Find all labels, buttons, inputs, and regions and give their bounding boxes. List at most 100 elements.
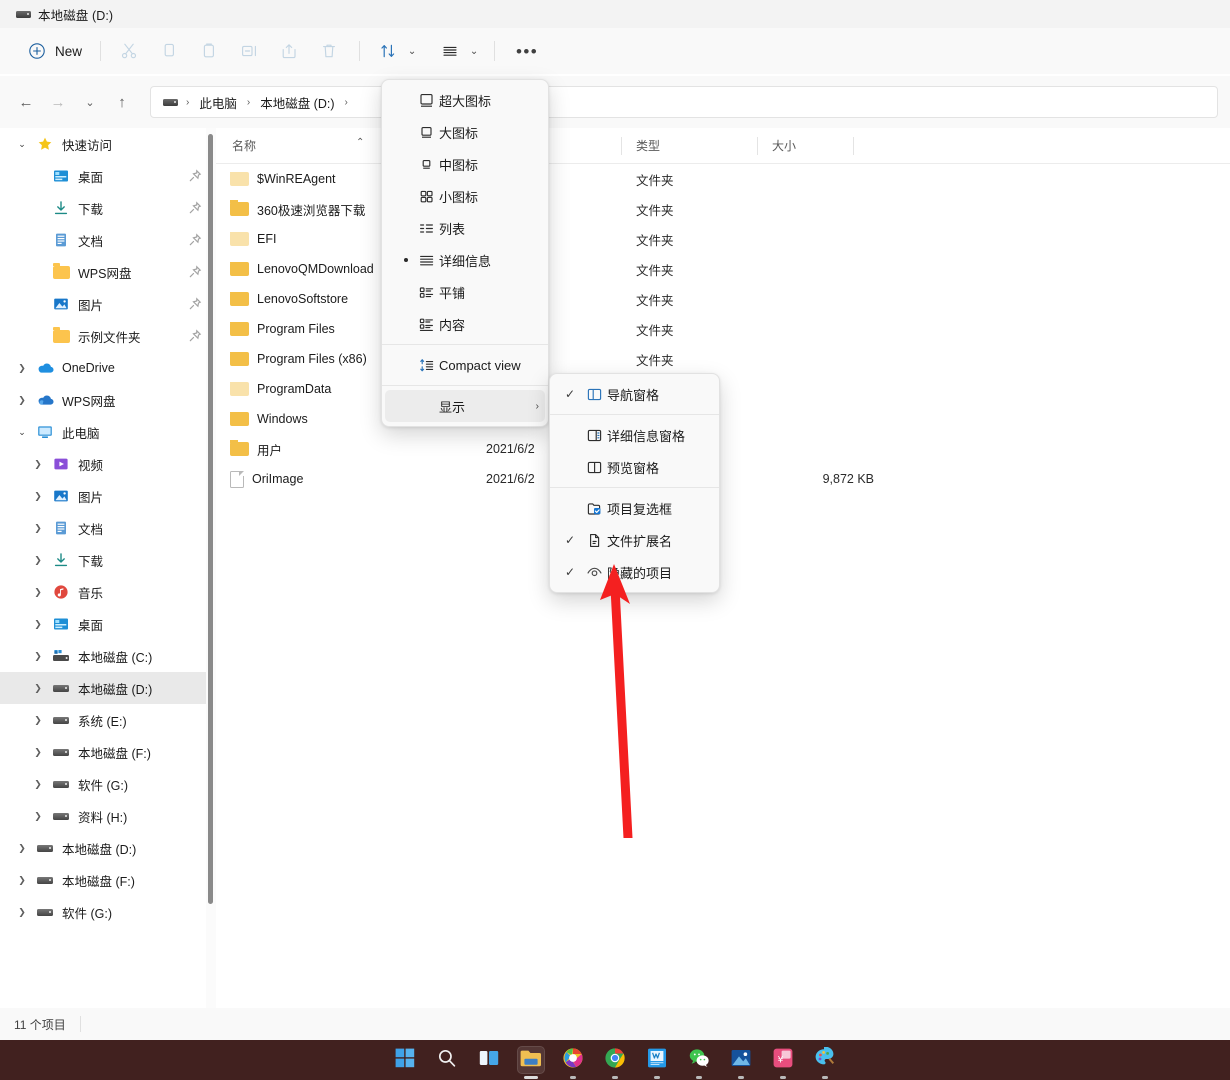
recent-locations-button[interactable]: ⌄ — [74, 86, 106, 118]
sidebar-item-11[interactable]: ❯图片 — [0, 480, 208, 512]
view-group[interactable]: ⌄ — [430, 35, 482, 67]
submenu-item-6[interactable]: ✓文件扩展名 — [553, 524, 716, 556]
taskbar-wechat[interactable] — [685, 1046, 713, 1074]
sort-chevron-down-icon[interactable]: ⌄ — [404, 46, 420, 57]
pin-icon[interactable] — [188, 201, 202, 215]
view-chevron-down-icon[interactable]: ⌄ — [466, 46, 482, 57]
sidebar-item-13[interactable]: ❯下载 — [0, 544, 208, 576]
taskbar-task-view-button[interactable] — [475, 1046, 503, 1074]
sidebar-item-8[interactable]: ❯WPS网盘 — [0, 384, 208, 416]
chevron-right-icon[interactable]: ❯ — [26, 619, 50, 630]
breadcrumb-this-pc[interactable]: 此电脑 — [193, 90, 243, 115]
sidebar-item-4[interactable]: WPS网盘 — [0, 256, 208, 288]
chevron-right-icon[interactable]: ❯ — [10, 907, 34, 918]
taskbar-photos[interactable] — [727, 1046, 755, 1074]
delete-button[interactable] — [309, 35, 349, 67]
sidebar-item-14[interactable]: ❯音乐 — [0, 576, 208, 608]
taskbar-google-chrome[interactable] — [601, 1046, 629, 1074]
pin-icon[interactable] — [188, 233, 202, 247]
table-row[interactable]: Windows2021/4/1 — [216, 404, 1230, 434]
paste-button[interactable] — [189, 35, 229, 67]
chevron-right-icon[interactable]: ❯ — [10, 395, 34, 406]
sidebar-scrollbar-thumb[interactable] — [208, 134, 213, 904]
sidebar-item-20[interactable]: ❯软件 (G:) — [0, 768, 208, 800]
address-bar[interactable]: › 此电脑 › 本地磁盘 (D:) › — [150, 86, 1218, 118]
taskbar-search-button[interactable] — [433, 1046, 461, 1074]
chevron-down-icon[interactable]: ⌄ — [10, 139, 34, 150]
sidebar-item-6[interactable]: 示例文件夹 — [0, 320, 208, 352]
submenu-item-0[interactable]: ✓导航窗格 — [553, 378, 716, 410]
pin-icon[interactable] — [188, 329, 202, 343]
table-row[interactable]: LenovoSoftstore6 23:31文件夹 — [216, 284, 1230, 314]
sidebar-item-7[interactable]: ❯OneDrive — [0, 352, 208, 384]
chevron-right-icon[interactable]: ❯ — [26, 779, 50, 790]
chevron-right-icon[interactable]: ❯ — [26, 555, 50, 566]
chevron-right-icon[interactable]: ❯ — [26, 523, 50, 534]
sidebar-item-24[interactable]: ❯软件 (G:) — [0, 896, 208, 928]
back-button[interactable]: ← — [10, 86, 42, 118]
up-button[interactable]: ↑ — [106, 86, 138, 118]
view-icon[interactable] — [430, 35, 470, 67]
sidebar-item-12[interactable]: ❯文档 — [0, 512, 208, 544]
new-button[interactable]: New — [18, 36, 92, 66]
sidebar-item-0[interactable]: ⌄快速访问 — [0, 128, 208, 160]
menu-item-5[interactable]: 详细信息 — [385, 244, 545, 276]
table-row[interactable]: LenovoQMDownload6 19:40文件夹 — [216, 254, 1230, 284]
submenu-item-7[interactable]: ✓隐藏的项目 — [553, 556, 716, 588]
table-row[interactable]: 360极速浏览器下载3 17:26文件夹 — [216, 194, 1230, 224]
table-row[interactable]: EFI6 17:18文件夹 — [216, 224, 1230, 254]
more-options-button[interactable]: ••• — [507, 35, 547, 67]
file-list-pane[interactable]: 名称 ⌃ 类型 大小 $WinREAgent2:15文件夹360极速浏览器下载3… — [216, 128, 1230, 1008]
menu-item-1[interactable]: 大图标 — [385, 116, 545, 148]
chevron-right-icon[interactable]: ❯ — [26, 747, 50, 758]
menu-item-11[interactable]: 显示› — [385, 390, 545, 422]
chevron-right-icon[interactable]: ❯ — [10, 363, 34, 374]
taskbar-wps-office[interactable] — [643, 1046, 671, 1074]
sidebar-item-3[interactable]: 文档 — [0, 224, 208, 256]
sidebar-item-22[interactable]: ❯本地磁盘 (D:) — [0, 832, 208, 864]
menu-item-7[interactable]: 内容 — [385, 308, 545, 340]
breadcrumb-current[interactable]: 本地磁盘 (D:) — [254, 90, 340, 115]
menu-item-6[interactable]: 平铺 — [385, 276, 545, 308]
chevron-right-icon[interactable]: ❯ — [26, 651, 50, 662]
chevron-right-icon[interactable]: ❯ — [26, 459, 50, 470]
sidebar-item-10[interactable]: ❯视频 — [0, 448, 208, 480]
file-name-cell[interactable]: 用户 — [216, 440, 472, 459]
file-name-cell[interactable]: OriImage — [216, 471, 472, 488]
table-row[interactable]: OriImage2021/6/29,872 KB — [216, 464, 1230, 494]
show-submenu[interactable]: ✓导航窗格详细信息窗格预览窗格项目复选框✓文件扩展名✓隐藏的项目 — [549, 373, 720, 593]
submenu-item-3[interactable]: 预览窗格 — [553, 451, 716, 483]
menu-item-0[interactable]: 超大图标 — [385, 84, 545, 116]
sidebar-item-17[interactable]: ❯本地磁盘 (D:) — [0, 672, 208, 704]
table-row[interactable]: Program Files (x86)6 15:00文件夹 — [216, 344, 1230, 374]
taskbar-file-explorer[interactable] — [517, 1046, 545, 1074]
breadcrumb-separator-3[interactable]: › — [343, 97, 350, 108]
column-header-type[interactable]: 类型 — [622, 135, 758, 157]
chevron-right-icon[interactable]: ❯ — [26, 811, 50, 822]
sidebar-item-2[interactable]: 下载 — [0, 192, 208, 224]
sort-icon[interactable] — [368, 35, 408, 67]
rename-button[interactable] — [229, 35, 269, 67]
sidebar-item-21[interactable]: ❯资料 (H:) — [0, 800, 208, 832]
share-button[interactable] — [269, 35, 309, 67]
table-row[interactable]: Program Files2:41文件夹 — [216, 314, 1230, 344]
view-context-menu[interactable]: 超大图标大图标中图标小图标列表详细信息平铺内容Compact view显示› — [381, 79, 549, 427]
submenu-item-5[interactable]: 项目复选框 — [553, 492, 716, 524]
pin-icon[interactable] — [188, 297, 202, 311]
taskbar-paint[interactable] — [811, 1046, 839, 1074]
menu-item-9[interactable]: Compact view — [385, 349, 545, 381]
pin-icon[interactable] — [188, 265, 202, 279]
chevron-down-icon[interactable]: ⌄ — [10, 427, 34, 438]
breadcrumb-drive-icon[interactable] — [159, 92, 182, 112]
cut-button[interactable] — [109, 35, 149, 67]
chevron-right-icon[interactable]: ❯ — [10, 875, 34, 886]
sidebar-item-5[interactable]: 图片 — [0, 288, 208, 320]
chevron-right-icon[interactable]: ❯ — [26, 683, 50, 694]
sidebar-item-19[interactable]: ❯本地磁盘 (F:) — [0, 736, 208, 768]
taskbar[interactable]: ¥ — [0, 1040, 1230, 1080]
chevron-right-icon[interactable]: ❯ — [26, 715, 50, 726]
column-header-size[interactable]: 大小 — [758, 135, 854, 157]
file-rows[interactable]: $WinREAgent2:15文件夹360极速浏览器下载3 17:26文件夹EF… — [216, 164, 1230, 494]
table-row[interactable]: ProgramData文件夹 — [216, 374, 1230, 404]
chevron-right-icon[interactable]: ❯ — [10, 843, 34, 854]
